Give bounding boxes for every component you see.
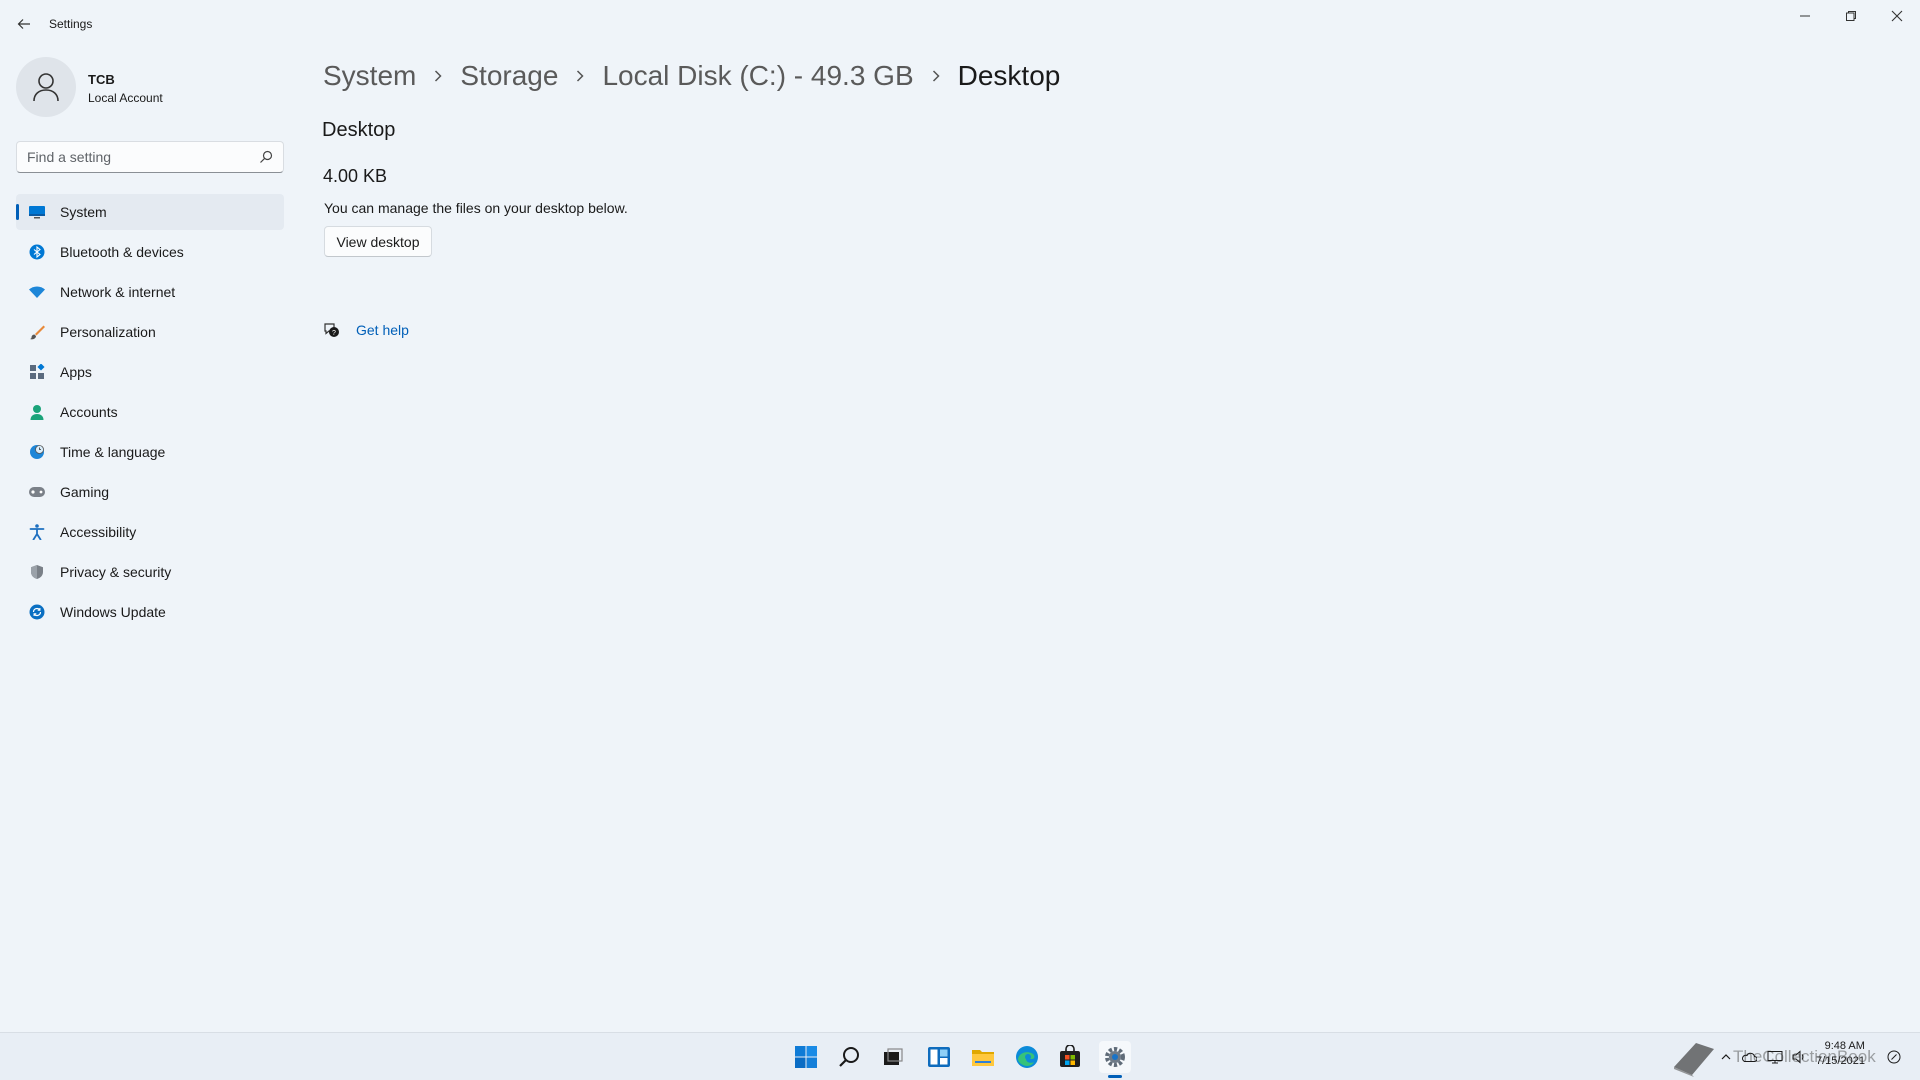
restore-button[interactable] <box>1828 0 1874 32</box>
sidebar-item-network[interactable]: Network & internet <box>16 274 284 310</box>
sidebar-item-label: Network & internet <box>60 284 176 300</box>
avatar[interactable] <box>16 57 76 117</box>
sidebar-item-accounts[interactable]: Accounts <box>16 394 284 430</box>
settings-icon <box>1105 1047 1125 1067</box>
search-input[interactable] <box>27 142 247 172</box>
system-icon <box>28 203 46 221</box>
sidebar-item-label: Gaming <box>60 484 110 500</box>
book-watermark-icon <box>1674 1043 1714 1077</box>
shield-icon <box>28 563 46 581</box>
breadcrumb: System Storage Local Disk (C:) - 49.3 GB… <box>323 56 1060 96</box>
clock-time: 9:48 AM <box>1824 1040 1865 1052</box>
back-button[interactable] <box>12 12 36 36</box>
minimize-icon <box>1800 15 1810 17</box>
taskbar-search-button[interactable] <box>834 1041 866 1073</box>
settings-window: Settings TCB Local Account System <box>0 0 1920 1032</box>
sidebar-item-label: Accounts <box>60 404 118 420</box>
bluetooth-icon <box>28 243 46 261</box>
restore-icon <box>1846 11 1856 21</box>
sidebar-item-bluetooth[interactable]: Bluetooth & devices <box>16 234 284 270</box>
store-button[interactable] <box>1054 1041 1086 1073</box>
start-icon <box>795 1046 817 1068</box>
edge-icon <box>1016 1046 1038 1068</box>
back-arrow-icon <box>17 19 30 29</box>
person-icon <box>28 403 46 421</box>
sidebar-item-system[interactable]: System <box>16 194 284 230</box>
breadcrumb-item-storage[interactable]: Storage <box>460 60 558 92</box>
network-button[interactable] <box>1767 1049 1783 1065</box>
network-icon <box>1767 1051 1783 1064</box>
app-title: Settings <box>49 17 93 31</box>
settings-taskbar-button[interactable] <box>1099 1041 1131 1073</box>
minimize-button[interactable] <box>1782 0 1828 32</box>
sidebar-item-label: Personalization <box>60 324 156 340</box>
account-type: Local Account <box>88 91 163 105</box>
search-box[interactable] <box>16 141 284 173</box>
sidebar-item-personalization[interactable]: Personalization <box>16 314 284 350</box>
onedrive-icon <box>1742 1052 1757 1062</box>
sidebar-item-label: System <box>60 204 107 220</box>
task-view-icon <box>884 1048 903 1065</box>
widgets-icon <box>928 1047 950 1067</box>
svg-text:?: ? <box>332 330 336 337</box>
chevron-up-icon <box>1721 1054 1731 1060</box>
file-explorer-button[interactable] <box>967 1041 999 1073</box>
close-icon <box>1891 10 1903 22</box>
tray-overflow-button[interactable] <box>1718 1049 1734 1065</box>
taskbar: TheCollectionBook 9:48 AM 7/15/2021 <box>0 1032 1920 1080</box>
section-title: Desktop <box>322 119 396 141</box>
taskbar-clock[interactable]: 9:48 AM 7/15/2021 <box>1816 1039 1865 1069</box>
gamepad-icon <box>28 483 46 501</box>
get-help-link[interactable]: Get help <box>356 322 409 338</box>
sidebar-item-time-language[interactable]: Time & language <box>16 434 284 470</box>
user-name: TCB <box>88 72 115 87</box>
accessibility-icon <box>28 523 46 541</box>
sidebar-item-label: Time & language <box>60 444 166 460</box>
sidebar-item-apps[interactable]: Apps <box>16 354 284 390</box>
breadcrumb-item-system[interactable]: System <box>323 60 416 92</box>
widgets-button[interactable] <box>923 1041 955 1073</box>
close-button[interactable] <box>1874 0 1920 32</box>
volume-button[interactable] <box>1791 1049 1807 1065</box>
sidebar-item-label: Apps <box>60 364 92 380</box>
volume-icon <box>1792 1050 1804 1064</box>
sidebar-nav: System Bluetooth & devices Network & int… <box>16 194 284 634</box>
wifi-icon <box>28 283 46 301</box>
notification-icon <box>1887 1050 1901 1064</box>
get-help-icon: ? <box>324 323 339 337</box>
sidebar-item-label: Windows Update <box>60 604 166 620</box>
description-text: You can manage the files on your desktop… <box>324 200 628 216</box>
edge-button[interactable] <box>1011 1041 1043 1073</box>
page-title: Desktop <box>957 60 1061 91</box>
sidebar-item-windows-update[interactable]: Windows Update <box>16 594 284 630</box>
task-view-button[interactable] <box>877 1041 909 1073</box>
store-icon <box>1060 1045 1080 1067</box>
title-bar: Settings <box>0 0 1920 48</box>
sidebar-item-accessibility[interactable]: Accessibility <box>16 514 284 550</box>
sidebar-item-privacy-security[interactable]: Privacy & security <box>16 554 284 590</box>
search-icon <box>839 1047 859 1067</box>
breadcrumb-item-local-disk[interactable]: Local Disk (C:) - 49.3 GB <box>602 60 913 92</box>
sidebar-item-gaming[interactable]: Gaming <box>16 474 284 510</box>
active-app-indicator <box>1108 1075 1122 1078</box>
brush-icon <box>28 323 46 341</box>
sidebar-item-label: Accessibility <box>60 524 137 540</box>
start-button[interactable] <box>790 1041 822 1073</box>
update-icon <box>28 603 46 621</box>
clock-date: 7/15/2021 <box>1816 1055 1865 1067</box>
view-desktop-button[interactable]: View desktop <box>324 226 432 257</box>
clock-globe-icon <box>28 443 46 461</box>
chevron-right-icon <box>558 69 602 83</box>
notifications-button[interactable] <box>1886 1049 1902 1065</box>
sidebar-item-label: Bluetooth & devices <box>60 244 184 260</box>
onedrive-button[interactable] <box>1741 1049 1757 1065</box>
chevron-right-icon <box>416 69 460 83</box>
apps-icon <box>28 363 46 381</box>
search-icon[interactable] <box>259 150 273 164</box>
chevron-right-icon <box>914 69 958 83</box>
sidebar-item-label: Privacy & security <box>60 564 172 580</box>
file-explorer-icon <box>972 1050 994 1066</box>
storage-size-value: 4.00 KB <box>323 166 388 186</box>
person-icon <box>33 73 59 102</box>
